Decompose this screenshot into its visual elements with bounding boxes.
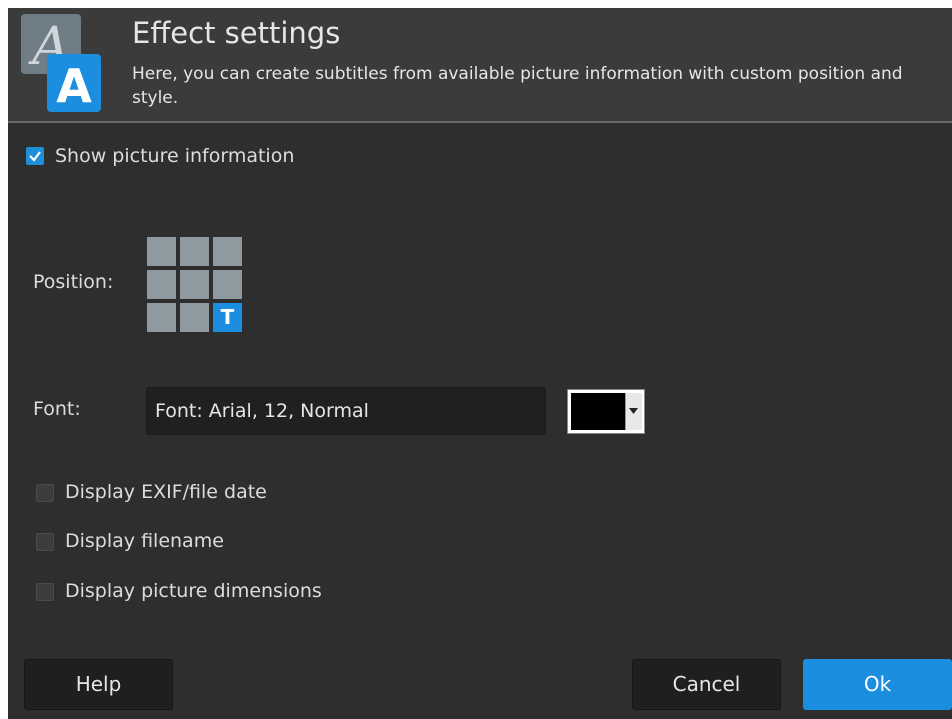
position-cell-bottom-center[interactable] xyxy=(180,303,209,332)
show-picture-information-label[interactable]: Show picture information xyxy=(55,145,294,167)
position-cell-bottom-right-selected[interactable]: T xyxy=(213,303,242,332)
position-cell-top-center[interactable] xyxy=(180,237,209,266)
position-cell-top-right[interactable] xyxy=(213,237,242,266)
position-cell-bottom-left[interactable] xyxy=(147,303,176,332)
position-cell-middle-right[interactable] xyxy=(213,270,242,299)
font-color-picker[interactable] xyxy=(567,389,645,434)
help-button[interactable]: Help xyxy=(24,659,173,710)
display-picture-dimensions-label[interactable]: Display picture dimensions xyxy=(65,580,322,602)
font-label: Font: xyxy=(33,398,81,420)
cancel-button[interactable]: Cancel xyxy=(632,659,781,710)
subtitle-app-icon: A A xyxy=(21,14,101,112)
display-exif-date-label[interactable]: Display EXIF/file date xyxy=(65,481,267,503)
display-exif-date-checkbox[interactable] xyxy=(36,484,54,502)
chevron-down-icon xyxy=(629,408,638,414)
position-grid: T xyxy=(147,237,242,332)
position-cell-middle-center[interactable] xyxy=(180,270,209,299)
ok-button[interactable]: Ok xyxy=(803,659,952,710)
show-picture-information-checkbox[interactable] xyxy=(26,147,44,165)
font-color-swatch xyxy=(571,393,625,430)
check-icon xyxy=(29,151,41,162)
position-label: Position: xyxy=(33,271,114,293)
display-filename-checkbox[interactable] xyxy=(36,533,54,551)
effect-settings-dialog: A A Effect settings Here, you can create… xyxy=(8,8,952,719)
dialog-subtitle: Here, you can create subtitles from avai… xyxy=(132,64,903,108)
position-cell-middle-left[interactable] xyxy=(147,270,176,299)
dialog-title: Effect settings xyxy=(132,16,341,50)
color-dropdown-button[interactable] xyxy=(625,393,642,430)
position-cell-top-left[interactable] xyxy=(147,237,176,266)
svg-text:A: A xyxy=(56,59,92,112)
dialog-header: A A Effect settings Here, you can create… xyxy=(8,8,952,123)
font-picker-button[interactable]: Font: Arial, 12, Normal xyxy=(146,387,546,435)
display-filename-label[interactable]: Display filename xyxy=(65,530,224,552)
display-picture-dimensions-checkbox[interactable] xyxy=(36,583,54,601)
